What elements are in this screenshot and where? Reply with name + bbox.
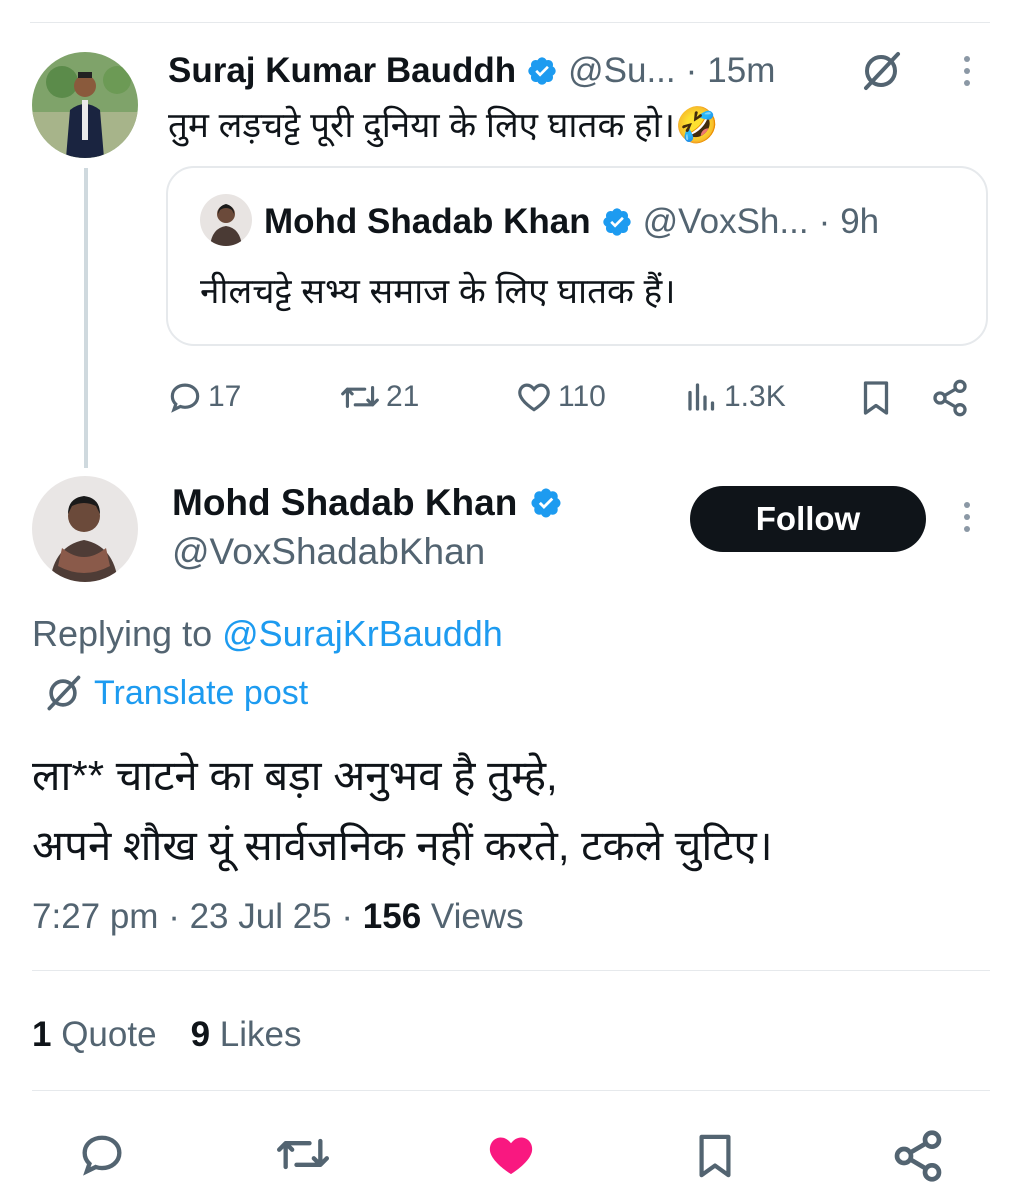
quoted-handle: @VoxSh... <box>642 202 809 241</box>
likes-stat[interactable]: 9 Likes <box>191 1012 302 1058</box>
divider <box>32 1090 990 1091</box>
parent-header: Suraj Kumar Bauddh @Su... · 15m <box>168 50 775 92</box>
tweet-time[interactable]: 7:27 pm <box>32 897 158 936</box>
translate-post-link[interactable]: Translate post <box>42 672 308 714</box>
reply-icon <box>82 1135 122 1176</box>
translate-label: Translate post <box>94 673 309 712</box>
views-number: 156 <box>362 897 422 936</box>
thread-line <box>84 168 88 468</box>
parent-time[interactable]: 15m <box>707 51 775 91</box>
parent-author-name[interactable]: Suraj Kumar Bauddh <box>168 51 516 91</box>
like-count: 110 <box>558 380 606 413</box>
main-tweet-text-line2: अपने शौख यूं सार्वजनिक नहीं करते, टकले च… <box>32 822 773 869</box>
verified-badge-icon <box>529 486 563 520</box>
repost-icon <box>277 1138 330 1170</box>
avatar-shadab[interactable] <box>32 476 138 582</box>
quoted-dot: · <box>818 202 831 241</box>
divider <box>32 970 990 971</box>
repost-button[interactable] <box>272 1128 334 1185</box>
reply-count: 17 <box>208 380 242 413</box>
timestamp-dot: · <box>341 897 354 936</box>
main-more-icon[interactable] <box>964 502 970 532</box>
like-icon <box>518 383 550 412</box>
main-author-name[interactable]: Mohd Shadab Khan <box>172 482 517 524</box>
quoted-author-name: Mohd Shadab Khan <box>264 202 591 241</box>
verified-badge-icon <box>601 206 633 238</box>
timestamp-row: 7:27 pm · 23 Jul 25 · 156 Views <box>32 894 524 940</box>
quoted-tweet-text: नीलचट्टे सभ्य समाज के लिए घातक हैं। <box>200 272 676 311</box>
replying-handle-link[interactable]: @SurajKrBauddh <box>222 613 503 654</box>
bookmark-button[interactable] <box>692 1128 738 1189</box>
reply-action[interactable]: 17 <box>166 378 241 416</box>
replying-to: Replying to @SurajKrBauddh <box>32 612 503 656</box>
repost-icon <box>341 386 379 408</box>
engagement-row: 1 Quote 9 Likes <box>32 1012 301 1058</box>
repost-count: 21 <box>386 380 420 413</box>
parent-tweet-text: तुम लड़चट्टे पूरी दुनिया के लिए घातक हो।… <box>168 106 719 145</box>
quotes-label: Quote <box>61 1015 157 1054</box>
follow-button[interactable]: Follow <box>690 486 926 552</box>
quoted-header: Mohd Shadab Khan @VoxSh... · 9h <box>264 200 879 244</box>
parent-dot: · <box>685 51 698 90</box>
bookmark-icon <box>699 1134 731 1178</box>
reply-button[interactable] <box>76 1128 128 1185</box>
share-button[interactable] <box>890 1128 946 1189</box>
quoted-avatar <box>200 194 252 246</box>
quoted-tweet-card[interactable] <box>166 166 988 346</box>
views-label: Views <box>430 897 524 936</box>
tweet-date[interactable]: 23 Jul 25 <box>190 897 332 936</box>
like-action[interactable]: 110 <box>514 378 606 416</box>
quotes-stat[interactable]: 1 Quote <box>32 1012 157 1058</box>
views-action[interactable]: 1.3K <box>684 378 786 416</box>
views-count: 1.3K <box>724 380 786 413</box>
repost-action[interactable]: 21 <box>338 378 419 416</box>
grok-icon[interactable] <box>858 48 904 99</box>
top-divider <box>30 22 990 23</box>
parent-more-icon[interactable] <box>964 56 970 86</box>
parent-handle[interactable]: @Su... <box>568 51 676 91</box>
share-icon <box>894 1130 942 1182</box>
avatar-shadab-image <box>32 476 138 582</box>
quoted-avatar-image <box>200 194 252 246</box>
avatar-suraj[interactable] <box>32 52 138 158</box>
quoted-time: 9h <box>840 202 880 241</box>
main-author-row: Mohd Shadab Khan <box>172 480 563 526</box>
timestamp-dot: · <box>168 897 180 936</box>
main-tweet-text-line1: ला** चाटने का बड़ा अनुभव है तुम्हे, <box>32 752 558 799</box>
verified-badge-icon <box>526 55 558 87</box>
bookmark-icon[interactable] <box>858 378 894 423</box>
likes-label: Likes <box>219 1015 302 1054</box>
like-filled-icon <box>489 1137 533 1175</box>
share-icon[interactable] <box>930 378 970 423</box>
quotes-count: 1 <box>32 1015 52 1054</box>
grok-icon <box>47 675 81 711</box>
replying-prefix: Replying to <box>32 613 213 654</box>
avatar-suraj-image <box>32 52 138 158</box>
main-handle[interactable]: @VoxShadabKhan <box>172 530 485 574</box>
like-button[interactable] <box>482 1128 540 1187</box>
views-icon <box>688 383 715 411</box>
reply-icon <box>170 383 200 413</box>
likes-count: 9 <box>190 1015 211 1054</box>
